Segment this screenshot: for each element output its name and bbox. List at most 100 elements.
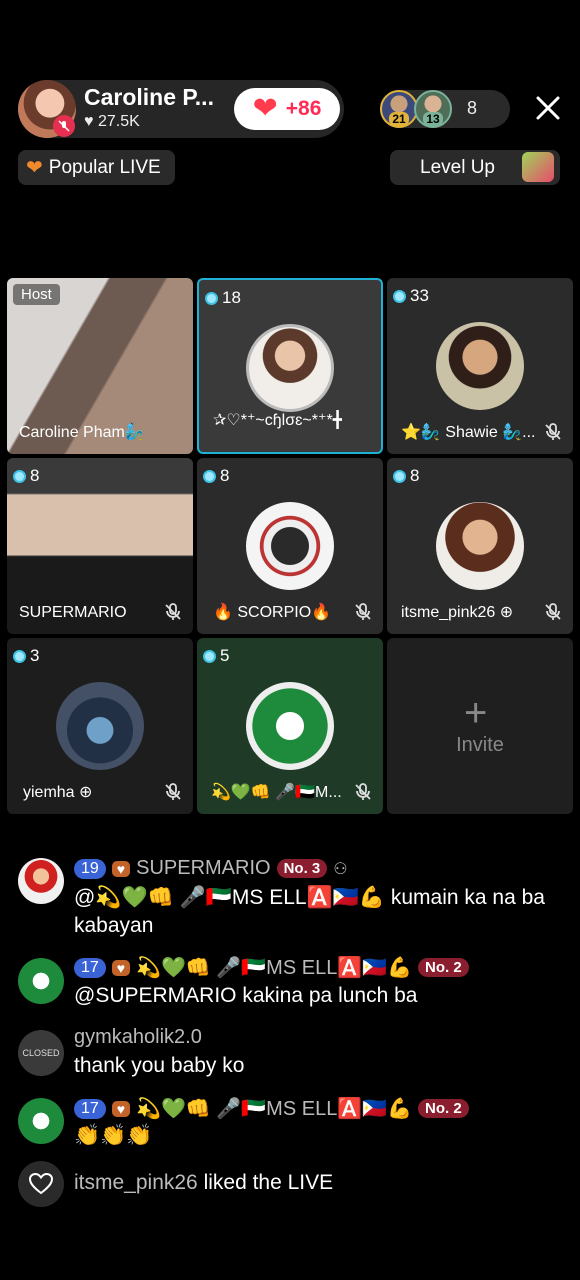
comment-meta: 17 ♥ 💫💚👊 🎤🇦🇪MS ELL🅰️🇵🇭💪 No. 2 <box>74 955 469 980</box>
top-viewer-avatar[interactable]: 21 <box>380 90 418 128</box>
popular-live-label: Popular LIVE <box>48 156 161 178</box>
guest-cell-host[interactable]: Host Caroline Pham🧞‍♂️ <box>7 278 193 454</box>
eye-icon <box>13 649 26 663</box>
viewer-badge: 18 <box>205 288 241 308</box>
level-badge: 19 <box>74 858 106 879</box>
comment-meta: gymkaholik2.0 <box>74 1026 202 1049</box>
heart-icon: ❤ <box>26 157 43 179</box>
mic-muted-icon <box>355 603 371 620</box>
guest-cell[interactable]: 3 yiemha ⊕ <box>7 638 193 814</box>
guest-name: yiemha ⊕ <box>23 784 93 801</box>
closed-sign-icon: CLOSED <box>22 1048 60 1058</box>
comment-user[interactable]: gymkaholik2.0 <box>74 1026 202 1049</box>
mic-muted-icon <box>165 783 181 800</box>
viewer-badge: 8 <box>393 466 419 486</box>
level-up-pill[interactable]: Level Up <box>390 150 560 185</box>
mic-muted-icon <box>545 423 561 440</box>
guest-name: SUPERMARIO <box>19 604 127 621</box>
eye-icon <box>393 469 406 483</box>
viewer-badge: 33 <box>393 286 429 306</box>
guest-cell[interactable]: 5 💫💚👊 🎤🇦🇪M... <box>197 638 383 814</box>
heart-icon: ❤ <box>252 92 278 125</box>
fan-badge-icon: ♥ <box>111 860 131 877</box>
host-likes: ♥ 27.5K <box>84 113 140 131</box>
guest-name: 💫💚👊 🎤🇦🇪M... <box>211 784 342 801</box>
viewer-badge: 21 <box>389 112 409 126</box>
guest-avatar <box>246 502 334 590</box>
host-name[interactable]: Caroline P... <box>84 84 214 111</box>
guest-cell[interactable]: 8 🔥 SCORPIO🔥 <box>197 458 383 634</box>
host-tag: Host <box>13 284 60 305</box>
commenter-avatar[interactable] <box>18 958 64 1004</box>
comment-meta: 19 ♥ SUPERMARIO No. 3 ⚇ <box>74 857 348 880</box>
eye-icon <box>203 649 216 663</box>
plus-icon: + <box>464 691 488 735</box>
commenter-avatar[interactable] <box>18 858 64 904</box>
eye-icon <box>203 469 216 483</box>
eye-icon <box>205 291 218 305</box>
viewer-count[interactable]: 8 <box>467 98 477 119</box>
viewer-badge: 3 <box>13 646 39 666</box>
comment-meta: 17 ♥ 💫💚👊 🎤🇦🇪MS ELL🅰️🇵🇭💪 No. 2 <box>74 1096 469 1121</box>
level-badge: 17 <box>74 1098 106 1119</box>
viewer-badge: 8 <box>13 466 39 486</box>
follow-count: +86 <box>285 97 322 120</box>
comment-user[interactable]: 💫💚👊 🎤🇦🇪MS ELL🅰️🇵🇭💪 <box>136 955 412 980</box>
guest-cell[interactable]: 8 itsme_pink26 ⊕ <box>387 458 573 634</box>
rank-badge: No. 2 <box>418 958 469 977</box>
viewer-badge: 5 <box>203 646 229 666</box>
popular-live-pill[interactable]: ❤ Popular LIVE <box>18 150 175 185</box>
fan-badge-icon: ♥ <box>111 1100 131 1117</box>
rank-badge: No. 2 <box>418 1099 469 1118</box>
follow-button[interactable]: ❤ +86 <box>234 88 340 130</box>
guest-avatar <box>246 324 334 412</box>
comment-text: 👏👏👏 <box>74 1124 153 1147</box>
host-likes-count: 27.5K <box>97 113 140 130</box>
guest-name: itsme_pink26 ⊕ <box>401 604 514 621</box>
commenter-avatar[interactable]: CLOSED <box>18 1030 64 1076</box>
liked-user[interactable]: itsme_pink26 <box>74 1171 198 1194</box>
comment-text: thank you baby ko <box>74 1054 245 1077</box>
mic-muted-icon <box>545 603 561 620</box>
eye-icon <box>13 469 26 483</box>
invite-cell[interactable]: + Invite <box>387 638 573 814</box>
level-up-label: Level Up <box>420 156 495 178</box>
invite-label: Invite <box>456 734 504 756</box>
gift-icon <box>522 152 554 182</box>
guest-name: 🔥 SCORPIO🔥 <box>213 604 332 621</box>
guest-name: Caroline Pham🧞‍♂️ <box>19 424 145 441</box>
fan-badge-icon: ♥ <box>111 959 131 976</box>
guest-name: ⭐🧞‍♂️ Shawie 🧞‍♂️... <box>401 424 536 441</box>
commenter-avatar[interactable] <box>18 1098 64 1144</box>
heart-icon: ♥ <box>84 113 94 130</box>
rank-badge: No. 3 <box>276 859 328 878</box>
comment-text: @SUPERMARIO kakina pa lunch ba <box>74 984 418 1007</box>
comment-user[interactable]: 💫💚👊 🎤🇦🇪MS ELL🅰️🇵🇭💪 <box>136 1096 412 1121</box>
guest-viewers: 33 <box>410 286 429 305</box>
viewer-badge: 13 <box>423 112 443 126</box>
guest-viewers: 8 <box>220 466 230 485</box>
top-viewer-avatar[interactable]: 13 <box>414 90 452 128</box>
liked-text: liked the LIVE <box>203 1171 334 1194</box>
guest-avatar <box>56 682 144 770</box>
mic-muted-icon <box>165 603 181 620</box>
guest-viewers: 18 <box>222 288 241 307</box>
mic-off-icon <box>53 115 75 137</box>
close-icon[interactable] <box>532 92 564 124</box>
comment-text: @💫💚👊 🎤🇦🇪MS ELL🅰️🇵🇭💪 kumain ka na ba kaba… <box>74 886 545 937</box>
comment-user[interactable]: SUPERMARIO <box>136 857 270 880</box>
guest-cell[interactable]: 18 ✰♡*⁺~cɧlσɛ~*⁺*╋ <box>197 278 383 454</box>
guest-cell[interactable]: 33 ⭐🧞‍♂️ Shawie 🧞‍♂️... <box>387 278 573 454</box>
mic-muted-icon <box>355 783 371 800</box>
guest-name: ✰♡*⁺~cɧlσɛ~*⁺*╋ <box>213 412 343 429</box>
heart-outline-icon <box>18 1161 64 1207</box>
guest-avatar <box>246 682 334 770</box>
guest-viewers: 8 <box>410 466 420 485</box>
viewer-badge: 8 <box>203 466 229 486</box>
liked-notice: itsme_pink26 liked the LIVE <box>74 1171 333 1195</box>
guest-cell[interactable]: 8 SUPERMARIO <box>7 458 193 634</box>
guest-icon: ⚇ <box>333 860 348 878</box>
eye-icon <box>393 289 406 303</box>
guest-viewers: 8 <box>30 466 40 485</box>
guest-viewers: 3 <box>30 646 40 665</box>
